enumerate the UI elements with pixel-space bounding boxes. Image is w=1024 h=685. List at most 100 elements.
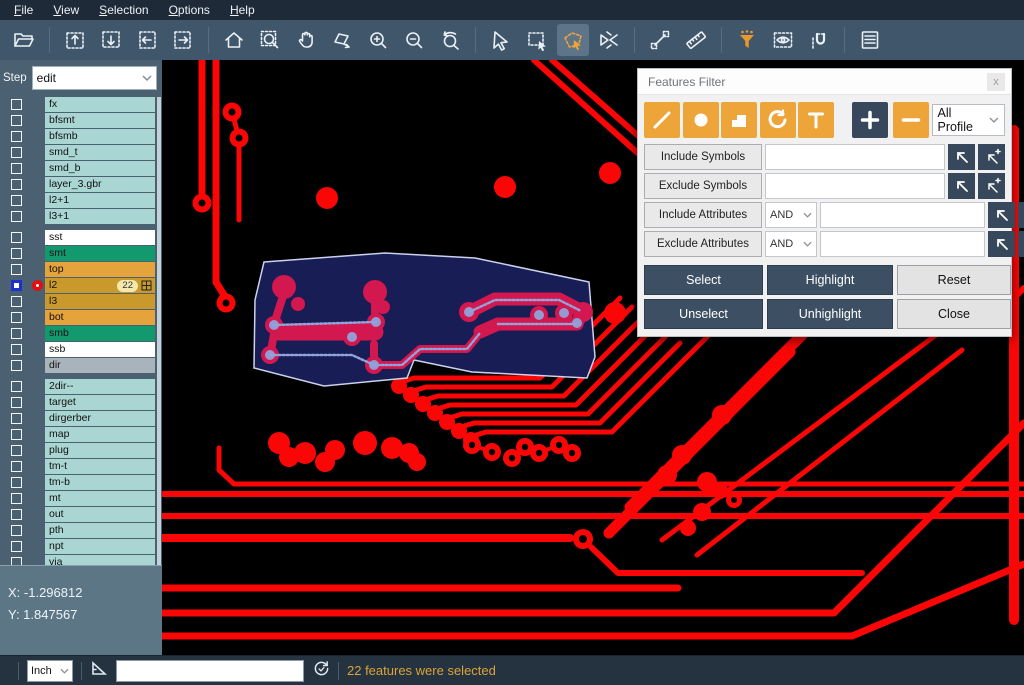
- pan-up-button[interactable]: [59, 24, 91, 56]
- layer-row[interactable]: tm-t: [2, 459, 162, 474]
- ruler-button[interactable]: [680, 24, 712, 56]
- pick-add-attribute-button[interactable]: [1018, 231, 1024, 257]
- layer-row[interactable]: smb: [2, 326, 162, 341]
- close-button[interactable]: Close: [897, 299, 1011, 329]
- zoom-in-button[interactable]: [362, 24, 394, 56]
- zoom-fit-button[interactable]: [254, 24, 286, 56]
- include-attributes-input[interactable]: [820, 202, 985, 228]
- layer-checkbox[interactable]: [11, 264, 22, 275]
- layer-row[interactable]: sst: [2, 230, 162, 245]
- exclude-symbols-input[interactable]: [765, 173, 945, 199]
- layer-checkbox[interactable]: [11, 248, 22, 259]
- command-input[interactable]: [116, 660, 304, 682]
- pan-right-button[interactable]: [167, 24, 199, 56]
- layer-checkbox[interactable]: [11, 163, 22, 174]
- layer-checkbox[interactable]: [11, 493, 22, 504]
- open-button[interactable]: [8, 24, 40, 56]
- profile-select[interactable]: All Profile: [932, 104, 1006, 136]
- layer-row[interactable]: bfsmb: [2, 129, 162, 144]
- layer-row[interactable]: top: [2, 262, 162, 277]
- layer-row[interactable]: smd_b: [2, 161, 162, 176]
- pick-add-symbol-button[interactable]: [978, 173, 1005, 199]
- layer-row[interactable]: l3+1: [2, 209, 162, 224]
- layer-row[interactable]: bot: [2, 310, 162, 325]
- layer-row[interactable]: npt: [2, 539, 162, 554]
- select-button[interactable]: Select: [644, 265, 763, 295]
- layer-row[interactable]: l3: [2, 294, 162, 309]
- measure-corner-icon[interactable]: [90, 659, 108, 682]
- layer-row[interactable]: smt: [2, 246, 162, 261]
- pick-symbol-button[interactable]: [948, 144, 975, 170]
- select-rectangle-button[interactable]: [521, 24, 553, 56]
- layer-checkbox[interactable]: [11, 397, 22, 408]
- filter-pad-button[interactable]: [683, 102, 719, 138]
- layer-checkbox[interactable]: [11, 413, 22, 424]
- unhighlight-button[interactable]: Unhighlight: [767, 299, 893, 329]
- include-symbols-input[interactable]: [765, 144, 945, 170]
- filter-surface-button[interactable]: [721, 102, 757, 138]
- filter-add-button[interactable]: [852, 102, 888, 138]
- layer-row[interactable]: smd_t: [2, 145, 162, 160]
- pan-hand-button[interactable]: [290, 24, 322, 56]
- exclude-attributes-operator-select[interactable]: AND: [765, 231, 817, 257]
- layer-checkbox[interactable]: [11, 344, 22, 355]
- layer-row[interactable]: ssb: [2, 342, 162, 357]
- layer-grid-icon[interactable]: [141, 280, 152, 291]
- layer-checkbox[interactable]: [11, 99, 22, 110]
- scrollbar[interactable]: [157, 97, 161, 570]
- include-attributes-operator-select[interactable]: AND: [765, 202, 817, 228]
- menu-options[interactable]: Options: [159, 0, 220, 20]
- pick-add-attribute-button[interactable]: [1018, 202, 1024, 228]
- layer-row[interactable]: target: [2, 395, 162, 410]
- layer-row[interactable]: map: [2, 427, 162, 442]
- layer-checkbox[interactable]: [11, 232, 22, 243]
- unselect-button[interactable]: Unselect: [644, 299, 763, 329]
- layer-row[interactable]: fx: [2, 97, 162, 112]
- pick-attribute-button[interactable]: [988, 202, 1015, 228]
- zoom-previous-button[interactable]: [434, 24, 466, 56]
- layer-checkbox[interactable]: [11, 179, 22, 190]
- clear-highlight-button[interactable]: [593, 24, 625, 56]
- menu-help[interactable]: Help: [220, 0, 265, 20]
- refresh-icon[interactable]: [313, 660, 330, 682]
- step-select[interactable]: edit: [32, 66, 157, 90]
- zoom-window-button[interactable]: [326, 24, 358, 56]
- include-attributes-button[interactable]: Include Attributes: [644, 202, 762, 228]
- pick-add-symbol-button[interactable]: [978, 144, 1005, 170]
- select-polygon-button[interactable]: [557, 24, 589, 56]
- snap-button[interactable]: [803, 24, 835, 56]
- layer-checkbox[interactable]: [11, 195, 22, 206]
- units-select[interactable]: Inch: [27, 660, 73, 682]
- pick-attribute-button[interactable]: [988, 231, 1015, 257]
- select-pointer-button[interactable]: [485, 24, 517, 56]
- filter-remove-button[interactable]: [893, 102, 929, 138]
- layer-row[interactable]: 2dir--: [2, 379, 162, 394]
- layer-checkbox[interactable]: [11, 280, 22, 291]
- layer-checkbox[interactable]: [11, 328, 22, 339]
- layer-checkbox[interactable]: [11, 381, 22, 392]
- filter-arc-button[interactable]: [760, 102, 796, 138]
- zoom-out-button[interactable]: [398, 24, 430, 56]
- layer-row[interactable]: dir: [2, 358, 162, 373]
- view-selection-button[interactable]: [767, 24, 799, 56]
- pick-symbol-button[interactable]: [948, 173, 975, 199]
- include-symbols-button[interactable]: Include Symbols: [644, 144, 762, 170]
- layer-checkbox[interactable]: [11, 296, 22, 307]
- filter-text-button[interactable]: [798, 102, 834, 138]
- layer-row[interactable]: mt: [2, 491, 162, 506]
- layer-row[interactable]: bfsmt: [2, 113, 162, 128]
- exclude-attributes-input[interactable]: [820, 231, 985, 257]
- home-button[interactable]: [218, 24, 250, 56]
- features-filter-button[interactable]: [731, 24, 763, 56]
- layer-checkbox[interactable]: [11, 211, 22, 222]
- layer-checkbox[interactable]: [11, 360, 22, 371]
- menu-selection[interactable]: Selection: [89, 0, 158, 20]
- layer-checkbox[interactable]: [11, 147, 22, 158]
- exclude-symbols-button[interactable]: Exclude Symbols: [644, 173, 762, 199]
- layer-checkbox[interactable]: [11, 429, 22, 440]
- layer-row[interactable]: l2+1: [2, 193, 162, 208]
- layer-checkbox[interactable]: [11, 131, 22, 142]
- dialog-close-button[interactable]: x: [987, 73, 1005, 91]
- measure-distance-button[interactable]: [644, 24, 676, 56]
- layer-checkbox[interactable]: [11, 461, 22, 472]
